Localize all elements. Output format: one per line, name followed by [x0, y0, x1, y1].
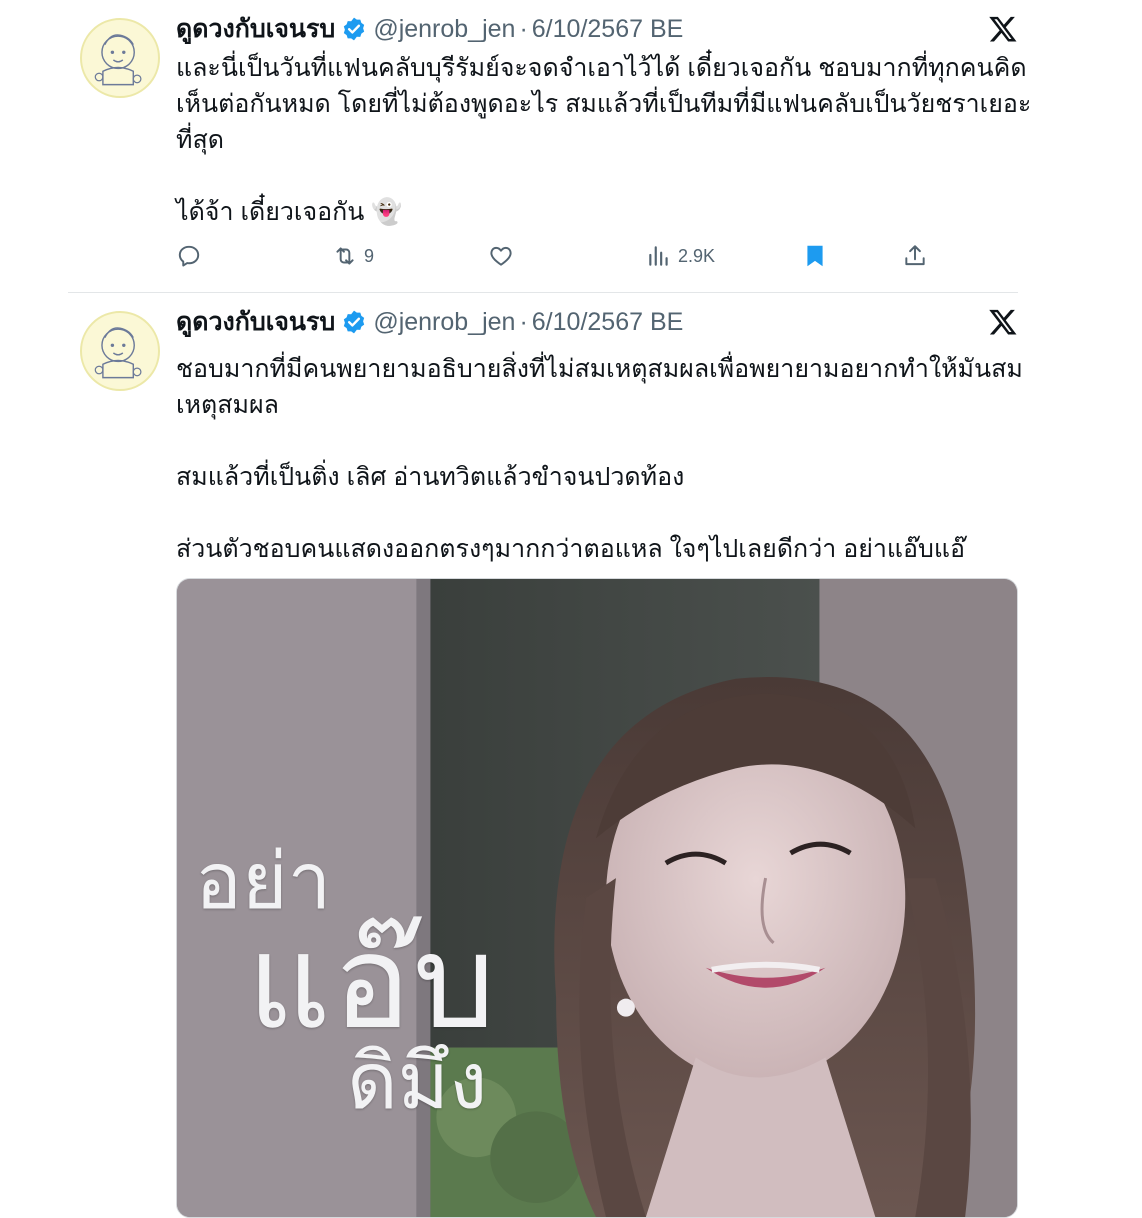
- x-logo-icon[interactable]: [988, 307, 1018, 337]
- tweet-header: ดูดวงกับเจนรบ @jenrob_jen · 6/10/2567 BE: [176, 305, 683, 339]
- tweet-media-image[interactable]: อย่า แอ๊บ ดิมึง: [176, 578, 1018, 1218]
- x-logo-icon[interactable]: [988, 14, 1018, 44]
- bookmark-button[interactable]: [802, 240, 828, 272]
- tweet-2[interactable]: ดูดวงกับเจนรบ @jenrob_jen · 6/10/2567 BE…: [0, 293, 1142, 1218]
- author-name[interactable]: ดูดวงกับเจนรบ: [176, 302, 335, 342]
- avatar-illustration: [94, 327, 142, 379]
- retweet-button[interactable]: 9: [332, 240, 374, 272]
- bookmark-icon: [807, 245, 823, 267]
- tweet-text: ชอบมากที่มีคนพยายามอธิบายสิ่งที่ไม่สมเหต…: [176, 355, 1023, 563]
- tweet-actions: 9 2.9K: [176, 240, 936, 272]
- author-handle[interactable]: @jenrob_jen: [373, 15, 515, 44]
- meme-caption-line-3: ดิมึง: [347, 1037, 488, 1127]
- views-count: 2.9K: [678, 245, 716, 266]
- verified-badge-icon: [344, 17, 365, 41]
- like-button[interactable]: [488, 240, 520, 272]
- reply-button[interactable]: [176, 240, 208, 272]
- verified-badge-icon: [344, 310, 365, 334]
- author-name[interactable]: ดูดวงกับเจนรบ: [176, 9, 335, 49]
- retweet-count: 9: [364, 245, 375, 266]
- views-icon: [649, 246, 668, 266]
- tweet-1[interactable]: ดูดวงกับเจนรบ @jenrob_jen · 6/10/2567 BE…: [0, 0, 1142, 292]
- views-button[interactable]: 2.9K: [646, 240, 715, 272]
- share-button[interactable]: [902, 240, 928, 272]
- tweet-header: ดูดวงกับเจนรบ @jenrob_jen · 6/10/2567 BE: [176, 12, 683, 46]
- retweet-icon: [336, 247, 354, 265]
- avatar-illustration: [94, 34, 142, 86]
- tweet-date[interactable]: 6/10/2567 BE: [532, 308, 684, 337]
- avatar[interactable]: [80, 311, 160, 391]
- tweet-text: และนี่เป็นวันที่แฟนคลับบุรีรัมย์จะจดจำเอ…: [176, 54, 1032, 226]
- meta-separator: ·: [519, 14, 528, 43]
- heart-icon: [490, 246, 512, 266]
- author-handle[interactable]: @jenrob_jen: [373, 308, 515, 337]
- reply-icon: [178, 245, 200, 267]
- meta-separator: ·: [519, 307, 528, 336]
- share-icon: [905, 245, 925, 266]
- avatar[interactable]: [80, 18, 160, 98]
- tweet-date[interactable]: 6/10/2567 BE: [532, 15, 684, 44]
